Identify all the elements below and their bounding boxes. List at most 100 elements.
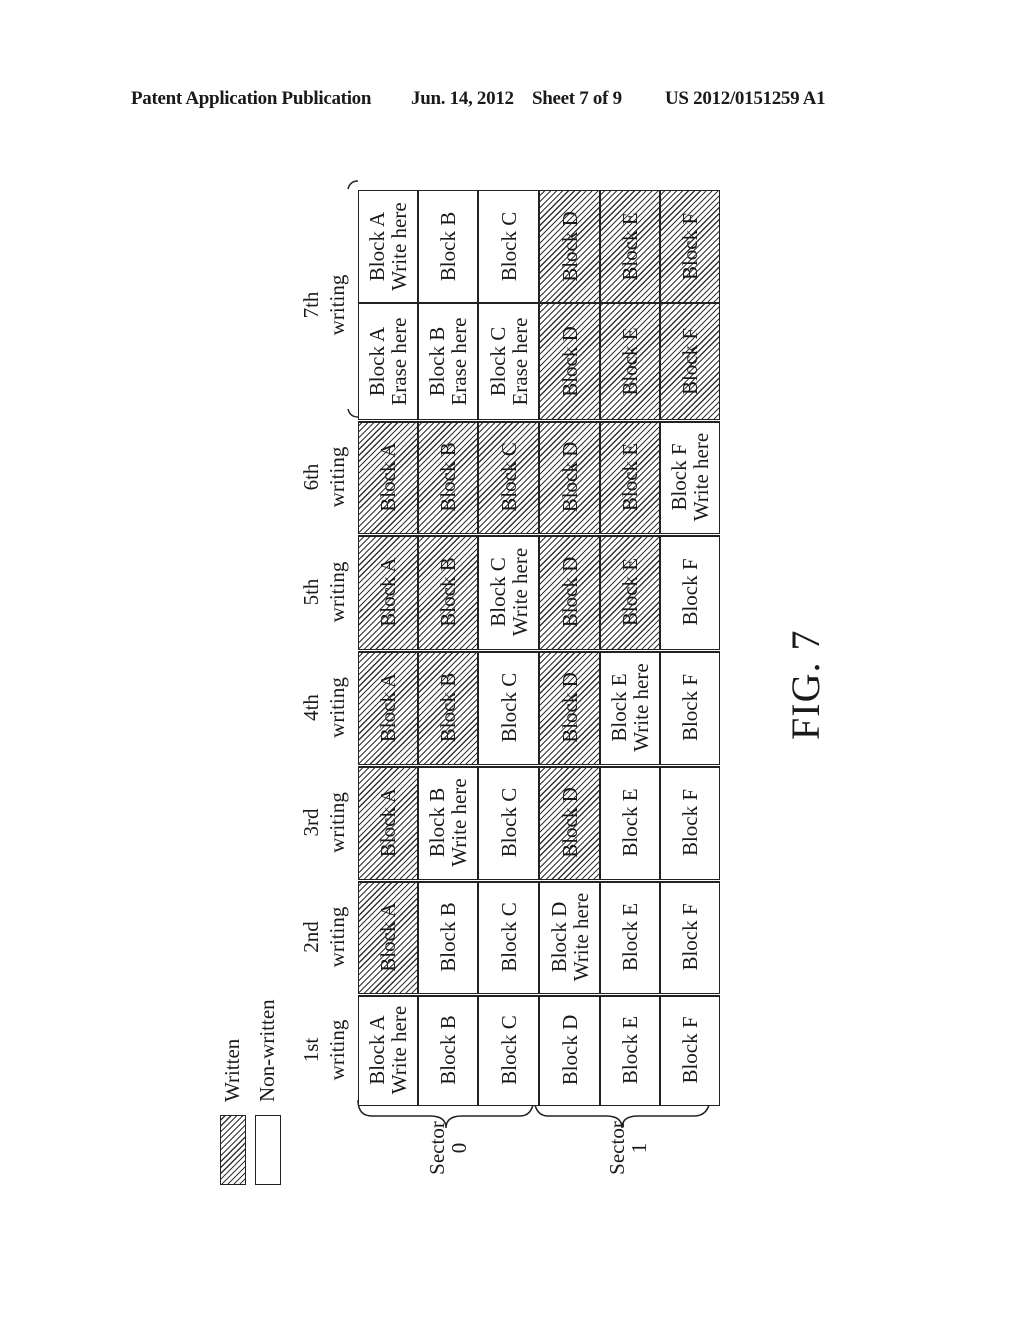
stage-word: writing (325, 792, 349, 853)
block-label: Block B (436, 1015, 460, 1085)
block-label: Block E (618, 902, 642, 972)
stage-label: 3rd writing (298, 765, 350, 880)
block-label: Block D (557, 326, 582, 397)
block-cell: Block B (418, 880, 478, 994)
block-label: Block F (678, 327, 702, 396)
block-label: Block B (436, 557, 460, 627)
block-label: Block D (557, 1014, 582, 1086)
block-cell: Block D (539, 420, 600, 534)
block-cell: Block B Erase here (418, 303, 478, 420)
stage-ordinal: 1st (299, 1037, 323, 1063)
block-label: Block E (618, 442, 642, 512)
block-label: Block E (618, 557, 642, 627)
block-cell: Block B (418, 650, 478, 765)
legend-written-label: Written (220, 1038, 244, 1102)
stage-ordinal: 6th (299, 463, 323, 491)
sector-1-label: Sector 1 (605, 1108, 651, 1188)
block-cell: Block F (660, 994, 720, 1106)
block-cell: Block B (418, 190, 478, 303)
block-cell: Block D (539, 650, 600, 765)
block-cell: Block B Write here (418, 765, 478, 880)
block-note: Write here (387, 1005, 411, 1095)
block-label: Block A (365, 1015, 389, 1085)
block-label: Block C (485, 557, 510, 627)
block-label: Block F (678, 788, 702, 857)
block-label: Block E (607, 673, 631, 742)
block-label: Block B (436, 902, 460, 972)
block-cell: Block F (660, 650, 720, 765)
block-label: Block E (618, 212, 642, 281)
publication-type: Patent Application Publication (131, 88, 372, 109)
block-cell: Block B (418, 994, 478, 1106)
block-cell: Block C (478, 765, 539, 880)
block-cell: Block F (660, 303, 720, 420)
block-cell: Block D (539, 534, 600, 650)
block-cell: Block F (660, 534, 720, 650)
sector-0-label-line1: Sector (425, 1121, 449, 1175)
block-cell: Block E (600, 994, 660, 1106)
stage-word: writing (325, 561, 349, 623)
stage-label: 5th writing (298, 534, 350, 650)
stage-label: 4th writing (298, 650, 350, 765)
block-label: Block D (557, 672, 582, 743)
block-note: Write here (568, 892, 593, 982)
block-label: Block C (496, 1015, 521, 1085)
block-cell: Block C (478, 994, 539, 1106)
block-label: Block A (376, 442, 400, 512)
block-label: Block E (618, 327, 642, 396)
figure-7-diagram: Written Non-written Sector 0 Sector 1 Bl… (190, 120, 828, 1250)
block-cell: Block F Write here (660, 420, 720, 534)
block-note: Erase here (447, 317, 471, 406)
block-cell: Block F (660, 880, 720, 994)
block-label: Block F (678, 212, 702, 281)
block-label: Block A (376, 787, 400, 858)
block-cell: Block C (478, 420, 539, 534)
sheet-number: Sheet 7 of 9 (532, 88, 622, 109)
block-label: Block C (496, 442, 521, 512)
publication-date: Jun. 14, 2012 (411, 88, 514, 109)
block-label: Block F (678, 1016, 702, 1084)
block-label: Block B (436, 672, 460, 743)
stage-ordinal: 4th (299, 694, 323, 721)
block-cell: Block D (539, 765, 600, 880)
block-label: Block E (618, 788, 642, 857)
block-label: Block A (376, 672, 400, 743)
block-cell: Block D (539, 190, 600, 303)
patent-number: US 2012/0151259 A1 (665, 88, 826, 109)
legend-non-written-swatch (255, 1115, 281, 1185)
block-cell: Block E (600, 880, 660, 994)
legend-written-swatch (220, 1115, 246, 1185)
block-label: Block D (546, 901, 571, 973)
block-cell: Block A (358, 880, 418, 994)
stage-label: 2nd writing (298, 880, 350, 994)
block-label: Block B (436, 442, 460, 512)
block-cell: Block E (600, 190, 660, 303)
stage-ordinal: 5th (299, 578, 323, 606)
block-note: Write here (629, 663, 653, 752)
block-note: Write here (689, 432, 713, 522)
block-cell: Block C (478, 880, 539, 994)
block-note: Write here (387, 202, 411, 291)
block-label: Block F (678, 903, 702, 971)
block-label: Block F (678, 558, 702, 626)
block-label: Block C (496, 902, 521, 972)
stage-word: writing (325, 446, 349, 508)
block-label: Block C (485, 326, 510, 397)
block-label: Block D (557, 556, 582, 628)
block-label: Block A (376, 557, 400, 627)
stage-word: writing (325, 906, 349, 968)
block-label: Block C (496, 211, 521, 282)
stage-ordinal: 2nd (299, 921, 323, 953)
block-cell: Block E (600, 534, 660, 650)
block-cell: Block C (478, 190, 539, 303)
block-cell: Block F (660, 765, 720, 880)
sector-1-label-line2: 1 (627, 1142, 651, 1154)
block-cell: Block A (358, 534, 418, 650)
stage-label: 6th writing (298, 420, 350, 534)
stage-label: 1st writing (298, 994, 350, 1106)
figure-label: FIG. 7 (783, 629, 828, 740)
block-note: Erase here (507, 317, 532, 406)
block-note: Erase here (387, 317, 411, 406)
block-cell: Block A (358, 420, 418, 534)
block-label: Block D (557, 211, 582, 282)
